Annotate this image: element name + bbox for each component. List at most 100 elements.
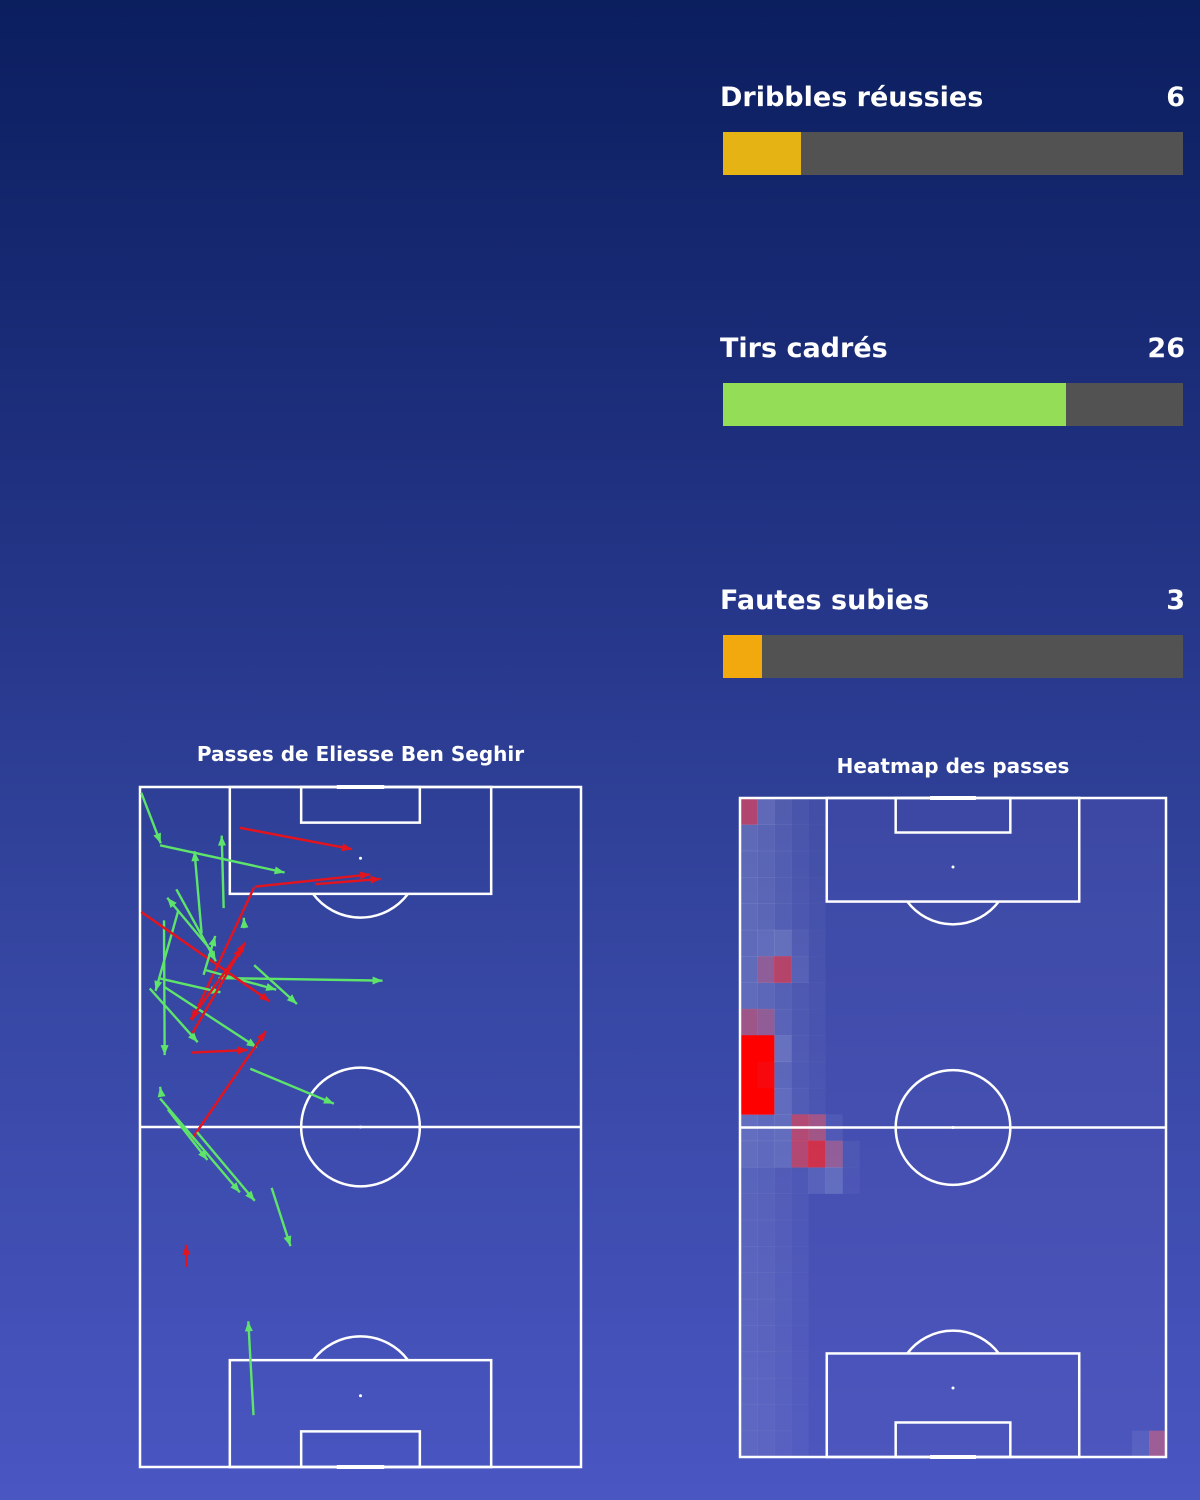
- heat-cell: [791, 1035, 809, 1063]
- passes-layer: [140, 792, 383, 1416]
- heat-cell: [740, 956, 758, 984]
- heat-cell: [774, 1140, 792, 1168]
- stat-label: Fautes subies: [720, 585, 930, 616]
- heat-cell: [1131, 1430, 1150, 1458]
- pass-arrowhead: [244, 1321, 253, 1332]
- heat-cell: [774, 1351, 792, 1379]
- heat-cell: [774, 1061, 792, 1089]
- heat-cell: [774, 903, 792, 931]
- heat-cell: [791, 1404, 809, 1432]
- heat-cell: [740, 903, 758, 931]
- stat-bar-fill: [723, 635, 763, 678]
- heat-cell: [791, 903, 809, 931]
- heat-cell: [740, 824, 758, 852]
- pass-arrowhead: [240, 917, 249, 929]
- heat-cell: [808, 1087, 826, 1115]
- goal-area-top: [299, 785, 422, 824]
- heat-cell: [740, 1377, 758, 1405]
- heat-cell: [791, 1219, 809, 1247]
- pass-map: [138, 785, 583, 1469]
- heat-cell: [791, 1008, 809, 1036]
- pass-arrowhead: [208, 935, 217, 947]
- heat-cell: [791, 1430, 809, 1458]
- stat-value: 3: [1166, 585, 1185, 616]
- heat-cell: [791, 1061, 809, 1089]
- heat-cell: [740, 798, 758, 825]
- pass-line: [148, 987, 199, 1043]
- heat-cell: [774, 1325, 792, 1353]
- pass-arrowhead: [153, 832, 161, 844]
- heat-cell: [740, 1351, 758, 1379]
- heat-cell: [774, 1219, 792, 1247]
- pass-line: [249, 1067, 335, 1105]
- stat-bar-fill: [723, 383, 1066, 426]
- penalty-arc-bottom: [312, 1335, 409, 1361]
- stat-label: Tirs cadrés: [720, 333, 888, 364]
- heat-cell: [791, 1193, 809, 1221]
- heat-cell: [791, 1351, 809, 1379]
- heat-cell: [757, 1140, 775, 1168]
- heat-cell: [808, 798, 826, 825]
- heat-cell: [757, 1298, 775, 1326]
- heat-cell: [791, 1087, 809, 1115]
- pass-arrowhead: [237, 1046, 248, 1055]
- heat-cell: [791, 877, 809, 904]
- heat-cell: [791, 1246, 809, 1273]
- stat-dribbles: Dribbles réussies 6: [720, 82, 1185, 182]
- pass-line: [159, 1097, 241, 1194]
- heat-cell: [740, 1140, 758, 1168]
- heat-cell: [774, 1377, 792, 1405]
- heat-cell: [791, 1272, 809, 1300]
- heat-cell: [757, 982, 775, 1010]
- center-spot: [359, 1125, 362, 1129]
- heat-cell: [757, 903, 775, 931]
- heat-cell: [774, 929, 792, 957]
- stat-bar-track: [723, 383, 1183, 426]
- stat-value: 6: [1166, 82, 1185, 113]
- heat-cell: [808, 1035, 826, 1063]
- heat-cell: [842, 1167, 860, 1194]
- heat-cell: [808, 1140, 826, 1168]
- heat-cell: [808, 850, 826, 878]
- heat-cell: [757, 1061, 775, 1089]
- heat-cell: [757, 1167, 775, 1194]
- pass-arrowhead: [182, 1244, 191, 1255]
- heat-cell: [774, 1298, 792, 1326]
- heat-cell: [740, 1298, 758, 1326]
- heat-cell: [774, 1404, 792, 1432]
- heat-cell: [740, 877, 758, 904]
- heat-cell: [757, 1351, 775, 1379]
- pass-line: [220, 835, 225, 909]
- heat-cell: [791, 824, 809, 852]
- heat-cell: [740, 929, 758, 957]
- heat-cell: [740, 1167, 758, 1194]
- heat-cell: [774, 1167, 792, 1194]
- heat-cell: [774, 1430, 792, 1458]
- pass-arrowhead: [217, 835, 226, 846]
- heat-cell: [757, 929, 775, 957]
- heat-cell: [808, 929, 826, 957]
- stat-bar-track: [723, 635, 1183, 678]
- stat-label: Dribbles réussies: [720, 82, 984, 113]
- heat-cell: [808, 903, 826, 931]
- heat-cell: [740, 850, 758, 878]
- heat-cell: [774, 798, 792, 825]
- heat-cell: [757, 1219, 775, 1247]
- heat-cell: [774, 1193, 792, 1221]
- heat-cell: [740, 1404, 758, 1432]
- heat-cell: [791, 929, 809, 957]
- pass-arrowhead: [256, 1031, 266, 1042]
- pass-line: [247, 1321, 255, 1416]
- heat-cell: [757, 1008, 775, 1036]
- heat-cell: [808, 982, 826, 1010]
- heat-cell: [757, 1404, 775, 1432]
- stat-bar-track: [723, 132, 1183, 175]
- heat-cell: [791, 982, 809, 1010]
- heat-cell: [791, 1377, 809, 1405]
- heat-cell: [808, 824, 826, 852]
- heat-cell: [757, 798, 775, 825]
- heat-cell: [740, 1272, 758, 1300]
- heat-cell: [774, 850, 792, 878]
- heat-cell: [774, 877, 792, 904]
- goal-area-bottom: [299, 1430, 422, 1469]
